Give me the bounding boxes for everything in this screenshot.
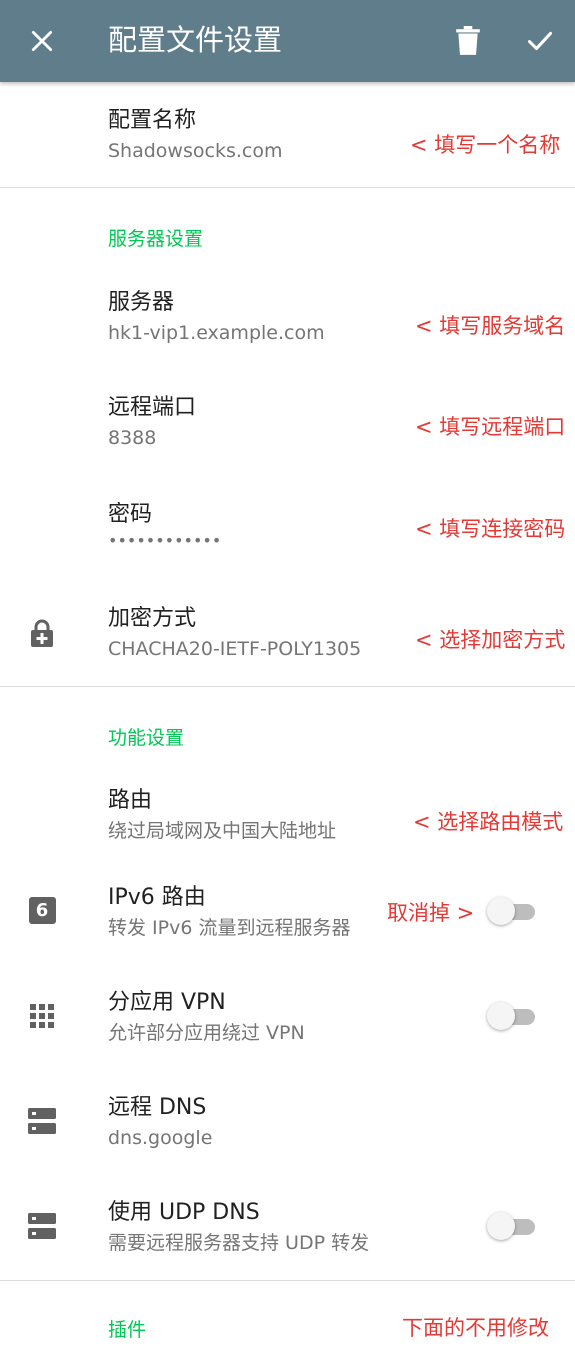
per-app-vpn-switch[interactable] [487,1001,535,1031]
route-value: 绕过局域网及中国大陆地址 [108,820,337,842]
apps-grid-icon [27,1001,57,1031]
close-button[interactable] [17,16,67,66]
section-header-server: 服务器设置 [108,228,204,250]
profile-name-value: Shadowsocks.com [108,140,283,162]
route-item[interactable]: 路由 绕过局域网及中国大陆地址 < 选择路由模式 [0,778,575,878]
trash-icon [456,26,480,55]
route-annotation: < 选择路由模式 [413,810,564,834]
section-header-plugin: 插件 [108,1319,147,1341]
server-annotation: < 填写服务域名 [415,314,566,338]
ipv6-annotation: 取消掉 > [387,901,475,925]
route-title: 路由 [108,788,153,813]
remote-dns-value: dns.google [108,1127,213,1149]
per-app-vpn-item[interactable]: 分应用 VPN 允许部分应用绕过 VPN [0,978,575,1078]
plugin-annotation: 下面的不用修改 [402,1316,549,1340]
server-value: hk1-vip1.example.com [108,322,325,344]
remote-dns-title: 远程 DNS [108,1095,207,1120]
ipv6-route-value: 转发 IPv6 流量到远程服务器 [108,917,351,939]
udp-dns-item[interactable]: 使用 UDP DNS 需要远程服务器支持 UDP 转发 [0,1188,575,1278]
server-title: 服务器 [108,290,175,315]
udp-dns-switch[interactable] [487,1211,535,1241]
udp-dns-value: 需要远程服务器支持 UDP 转发 [108,1232,370,1254]
lock-icon [27,618,57,648]
ipv6-route-item[interactable]: 6 IPv6 路由 转发 IPv6 流量到远程服务器 取消掉 > [0,873,575,973]
password-annotation: < 填写连接密码 [415,517,566,541]
password-item[interactable]: 密码 •••••••••••• < 填写连接密码 [0,490,575,590]
apply-button[interactable] [515,16,565,66]
server-item[interactable]: 服务器 hk1-vip1.example.com < 填写服务域名 [0,280,575,380]
remote-port-title: 远程端口 [108,395,197,420]
encrypt-method-item[interactable]: 加密方式 CHACHA20-IETF-POLY1305 < 选择加密方式 [0,596,575,686]
ipv6-route-title: IPv6 路由 [108,885,206,910]
encrypt-method-title: 加密方式 [108,606,197,631]
encrypt-method-value: CHACHA20-IETF-POLY1305 [108,638,362,660]
ipv6-route-switch[interactable] [487,896,535,926]
close-icon [31,30,53,52]
udp-dns-title: 使用 UDP DNS [108,1200,260,1225]
password-title: 密码 [108,502,153,527]
per-app-vpn-value: 允许部分应用绕过 VPN [108,1022,305,1044]
profile-name-annotation: < 填写一个名称 [410,133,561,157]
app-bar: 配置文件设置 [0,0,575,82]
check-icon [527,31,553,51]
udp-dns-server-icon [27,1211,57,1241]
encrypt-method-annotation: < 选择加密方式 [415,628,566,652]
remote-port-value: 8388 [108,427,157,449]
password-value: •••••••••••• [108,531,222,550]
section-header-feature: 功能设置 [108,727,185,749]
profile-name-title: 配置名称 [108,108,197,133]
remote-port-item[interactable]: 远程端口 8388 < 填写远程端口 [0,385,575,485]
divider [0,1280,575,1281]
per-app-vpn-title: 分应用 VPN [108,990,226,1015]
profile-name-item[interactable]: 配置名称 Shadowsocks.com < 填写一个名称 [0,96,575,186]
remote-port-annotation: < 填写远程端口 [415,415,566,439]
remote-dns-item[interactable]: 远程 DNS dns.google [0,1083,575,1183]
ipv6-icon: 6 [27,895,57,925]
delete-button[interactable] [443,16,493,66]
divider [0,187,575,188]
divider [0,686,575,687]
dns-server-icon [27,1106,57,1136]
page-title: 配置文件设置 [108,23,283,57]
